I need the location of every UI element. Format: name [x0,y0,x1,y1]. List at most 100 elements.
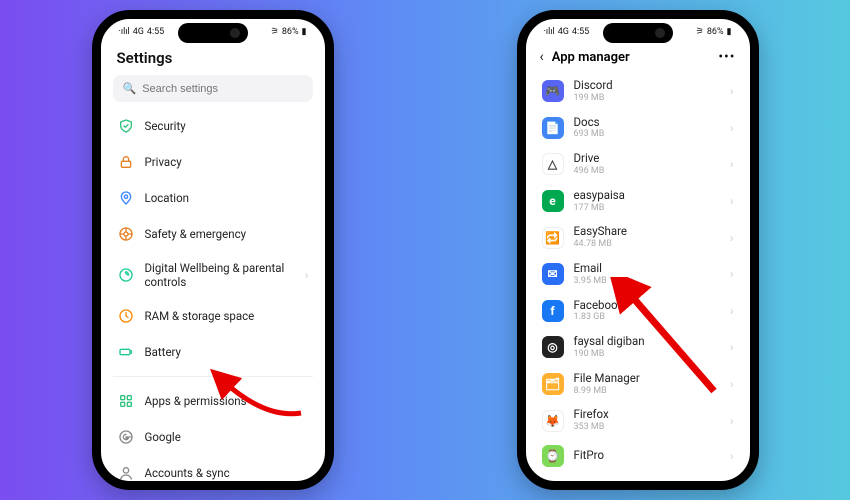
app-name: faysal digiban [574,335,720,349]
signal-icon: ·ılıl [544,27,555,37]
app-text: Drive496 MB [574,152,720,177]
app-icon: f [542,300,564,322]
lock-icon [117,153,135,171]
app-size: 693 MB [574,129,720,140]
settings-row-label: Safety & emergency [145,227,309,241]
app-row-drive[interactable]: △ Drive496 MB › [538,146,738,183]
app-name: FitPro [574,449,720,463]
app-icon: △ [542,153,564,175]
settings-row-google[interactable]: Google [113,419,313,455]
app-name: Docs [574,116,720,130]
settings-row-security[interactable]: Security [113,108,313,144]
settings-row-apps[interactable]: Apps & permissions [113,383,313,419]
app-row-fitpro[interactable]: ⌚ FitPro › [538,439,738,473]
pin-icon [117,189,135,207]
app-row-easyshare[interactable]: 🔁 EasyShare44.78 MB › [538,219,738,256]
app-row-email[interactable]: ✉ Email3.95 MB › [538,256,738,293]
app-icon: 🔁 [542,227,564,249]
back-button[interactable]: ‹ [540,49,544,65]
app-row-docs[interactable]: 📄Docs693 MB› [538,110,738,147]
wifi-icon: ⚞ [696,27,704,37]
clock: 4:55 [147,27,164,37]
settings-row-label: Accounts & sync [145,466,309,480]
settings-row-label: RAM & storage space [145,309,309,323]
app-text: File Manager8.99 MB [574,372,720,397]
app-row-easypaisa[interactable]: e easypaisa177 MB › [538,183,738,220]
app-name: Email [574,262,720,276]
app-name: EasyShare [574,225,720,239]
app-name: File Manager [574,372,720,386]
settings-row-label: Location [145,191,309,205]
app-size: 496 MB [574,166,720,177]
app-size: 8.99 MB [574,386,720,397]
chevron-right-icon: › [730,121,734,135]
app-row-faysal[interactable]: ◎faysal digiban190 MB› [538,329,738,366]
app-icon: ⌚ [542,445,564,467]
app-text: EasyShare44.78 MB [574,225,720,250]
settings-row-label: Digital Wellbeing & parental controls [145,261,295,289]
app-row-firefox[interactable]: 🦊 Firefox353 MB › [538,402,738,439]
phone-settings: ·ılıl 4G 4:55 ⚞ 86% ▮ Settings 🔍 Securit… [92,10,334,490]
app-icon: ◎ [542,336,564,358]
search-icon: 🔍 [123,82,137,95]
battery-icon: ▮ [727,27,732,37]
signal-icon: ·ılıl [119,27,130,37]
battery-icon: ▮ [302,27,307,37]
chevron-right-icon: › [305,268,309,282]
settings-row-accounts[interactable]: Accounts & sync [113,455,313,481]
search-box[interactable]: 🔍 [113,75,313,102]
app-size: 190 MB [574,349,720,360]
app-text: Facebook1.83 GB [574,299,720,324]
chevron-right-icon: › [730,157,734,171]
wifi-icon: ⚞ [271,27,279,37]
settings-row-label: Privacy [145,155,309,169]
settings-row-ram[interactable]: RAM & storage space [113,298,313,334]
app-size: 353 MB [574,422,720,433]
app-text: Discord199 MB [574,79,720,104]
battery-percent: 86% [707,27,724,37]
chevron-right-icon: › [730,267,734,281]
settings-row-wellbeing[interactable]: Digital Wellbeing & parental controls › [113,252,313,298]
search-input[interactable] [142,83,302,95]
app-text: easypaisa177 MB [574,189,720,214]
app-size: 3.95 MB [574,276,720,287]
grid-icon [117,392,135,410]
app-row-filemgr[interactable]: 🗂File Manager8.99 MB› [538,366,738,403]
settings-row-label: Battery [145,345,309,359]
shield-icon [117,117,135,135]
leaf-icon [117,266,135,284]
page-title: App manager [552,50,711,65]
settings-row-location[interactable]: Location [113,180,313,216]
app-icon: 🗂 [542,373,564,395]
battery-icon [117,343,135,361]
chevron-right-icon: › [730,414,734,428]
chevron-right-icon: › [730,84,734,98]
settings-row-battery[interactable]: Battery [113,334,313,370]
phone-app-manager: ·ılıl 4G 4:55 ⚞ 86% ▮ ‹ App manager ••• … [517,10,759,490]
life-icon [117,225,135,243]
clock: 4:55 [572,27,589,37]
more-options-button[interactable]: ••• [718,49,735,65]
app-name: Facebook [574,299,720,313]
clock-icon [117,307,135,325]
app-size: 44.78 MB [574,239,720,250]
app-row-discord[interactable]: 🎮 Discord199 MB › [538,73,738,110]
app-icon: ✉ [542,263,564,285]
google-icon [117,428,135,446]
app-size: 177 MB [574,203,720,214]
app-icon: 🦊 [542,410,564,432]
app-text: Docs693 MB [574,116,720,141]
app-icon: e [542,190,564,212]
app-icon: 🎮 [542,80,564,102]
settings-row-safety[interactable]: Safety & emergency [113,216,313,252]
chevron-right-icon: › [730,231,734,245]
divider [113,376,313,377]
chevron-right-icon: › [730,449,734,463]
settings-row-privacy[interactable]: Privacy [113,144,313,180]
page-title: Settings [113,45,313,75]
notch [178,23,248,43]
app-name: Firefox [574,408,720,422]
chevron-right-icon: › [730,194,734,208]
app-name: Drive [574,152,720,166]
app-row-facebook[interactable]: fFacebook1.83 GB› [538,293,738,330]
